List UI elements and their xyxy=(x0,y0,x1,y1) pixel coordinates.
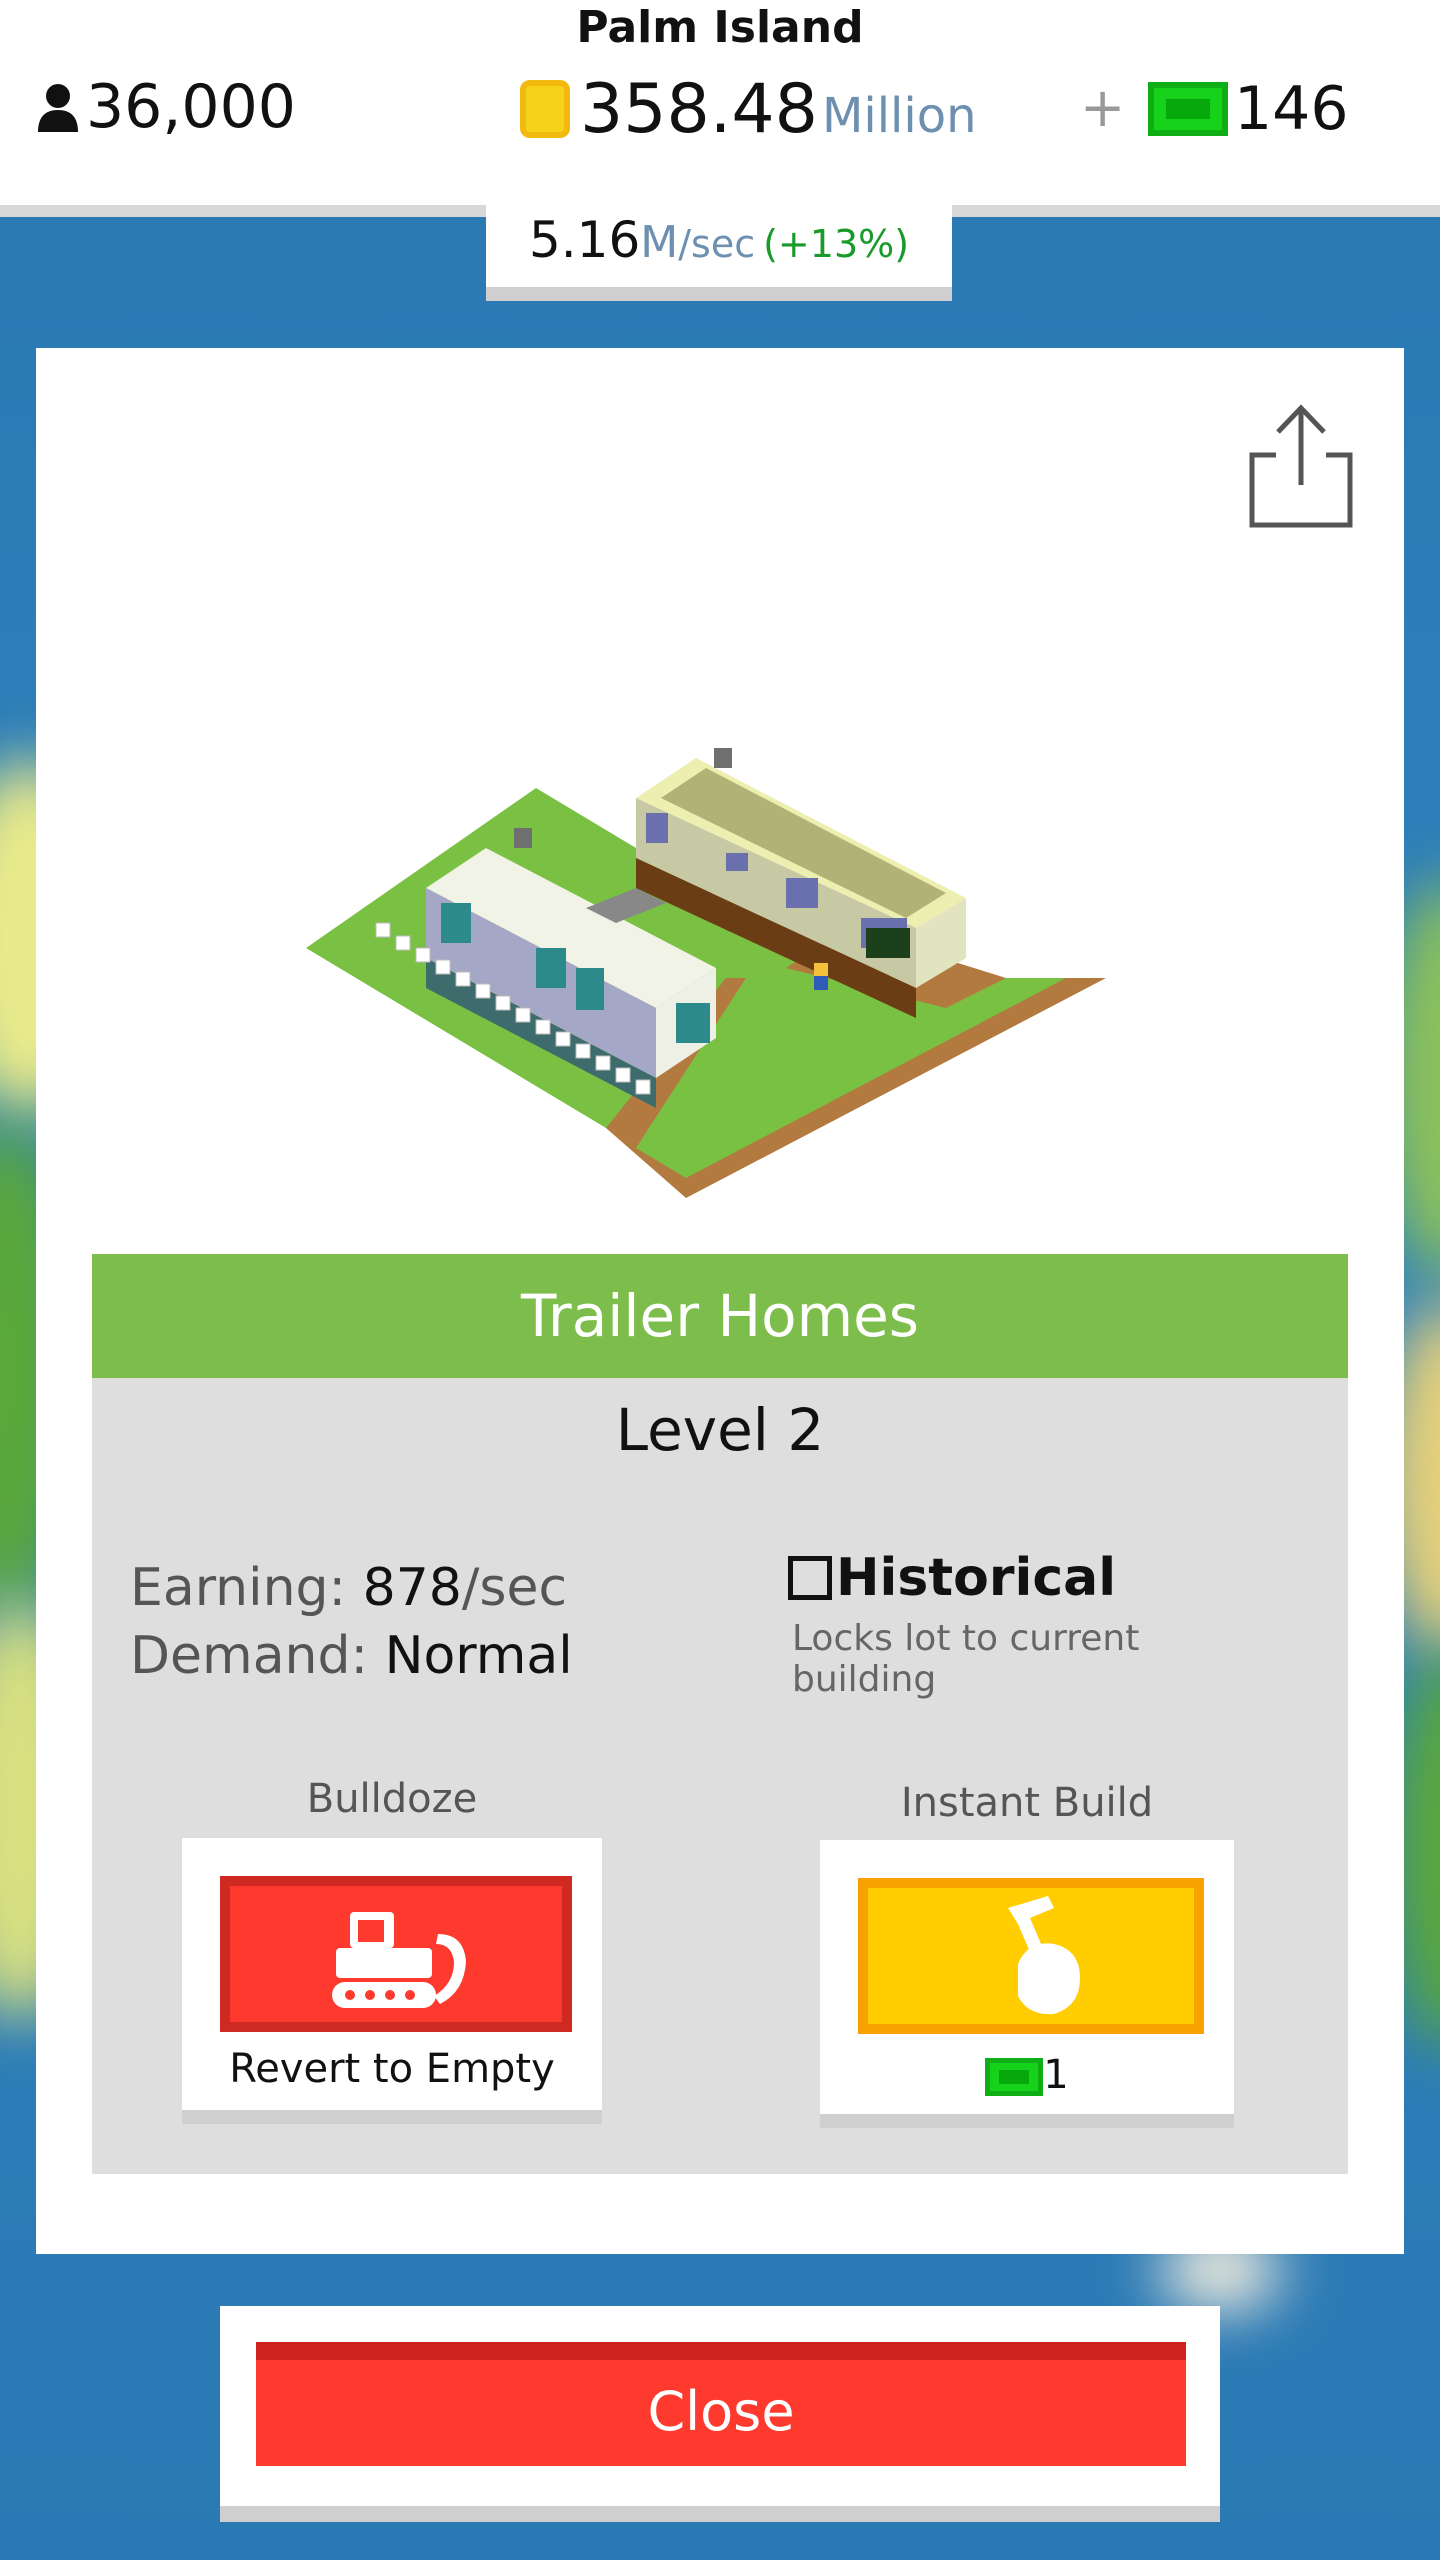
earning-demand-stats: Earning: 878/sec Demand: Normal xyxy=(130,1554,573,1690)
bulldoze-label: Bulldoze xyxy=(306,1776,478,1822)
rate-value: 5.16 xyxy=(528,211,641,269)
top-bar: Palm Island 36,000 358.48 Million + 146 xyxy=(0,0,1440,205)
bulldoze-button-text: Revert to Empty xyxy=(229,2046,555,2092)
coins-display: 358.48 Million xyxy=(520,70,976,149)
close-button[interactable]: Close xyxy=(256,2342,1186,2466)
share-icon[interactable] xyxy=(1246,400,1356,530)
coins-value: 358.48 xyxy=(580,70,818,149)
bulldoze-panel: Revert to Empty xyxy=(182,1838,602,2124)
population-display: 36,000 xyxy=(36,72,296,142)
earning-label: Earning: xyxy=(130,1558,347,1618)
instant-build-button[interactable] xyxy=(858,1878,1204,2034)
bulldoze-button[interactable] xyxy=(220,1876,572,2032)
income-rate-tab: 5.16M/sec (+13%) xyxy=(486,205,952,301)
earning-suffix: /sec xyxy=(461,1558,568,1618)
cash-value: 146 xyxy=(1234,74,1349,144)
historical-label: Historical xyxy=(836,1548,1117,1608)
city-name: Palm Island xyxy=(576,2,864,53)
demand-label: Demand: xyxy=(130,1626,369,1686)
hammer-hand-icon xyxy=(1008,1896,1080,2015)
population-value: 36,000 xyxy=(86,72,296,142)
historical-toggle[interactable]: Historical xyxy=(788,1548,1116,1608)
instant-build-cost: 1 xyxy=(820,2052,1234,2098)
building-level: Level 2 xyxy=(615,1396,825,1464)
person-icon xyxy=(38,84,78,132)
building-preview-image xyxy=(306,748,1106,1198)
building-name: Trailer Homes xyxy=(92,1254,1348,1378)
coins-unit: Million xyxy=(821,88,977,144)
add-cash-button[interactable]: + xyxy=(1080,76,1125,139)
historical-checkbox[interactable] xyxy=(788,1556,832,1600)
bulldozer-icon xyxy=(332,1912,466,2008)
rate-unit: M xyxy=(640,217,679,268)
instant-build-cost-value: 1 xyxy=(1043,2052,1069,2098)
historical-description: Locks lot to current building xyxy=(792,1618,1140,1700)
cash-display: 146 xyxy=(1148,74,1349,144)
coin-icon xyxy=(520,80,570,138)
close-panel: Close xyxy=(220,2306,1220,2522)
rate-change: (+13%) xyxy=(763,222,910,266)
demand-value: Normal xyxy=(384,1626,573,1686)
instant-build-label: Instant Build xyxy=(900,1780,1154,1826)
building-info-panel: Level 2 Earning: 878/sec Demand: Normal … xyxy=(92,1378,1348,2174)
instant-build-panel: 1 xyxy=(820,1840,1234,2128)
earning-value: 878 xyxy=(362,1558,462,1618)
building-card: Trailer Homes Level 2 Earning: 878/sec D… xyxy=(36,348,1404,2254)
rate-suffix: /sec xyxy=(678,222,756,266)
cash-icon xyxy=(985,2058,1044,2096)
cash-icon xyxy=(1148,82,1228,136)
